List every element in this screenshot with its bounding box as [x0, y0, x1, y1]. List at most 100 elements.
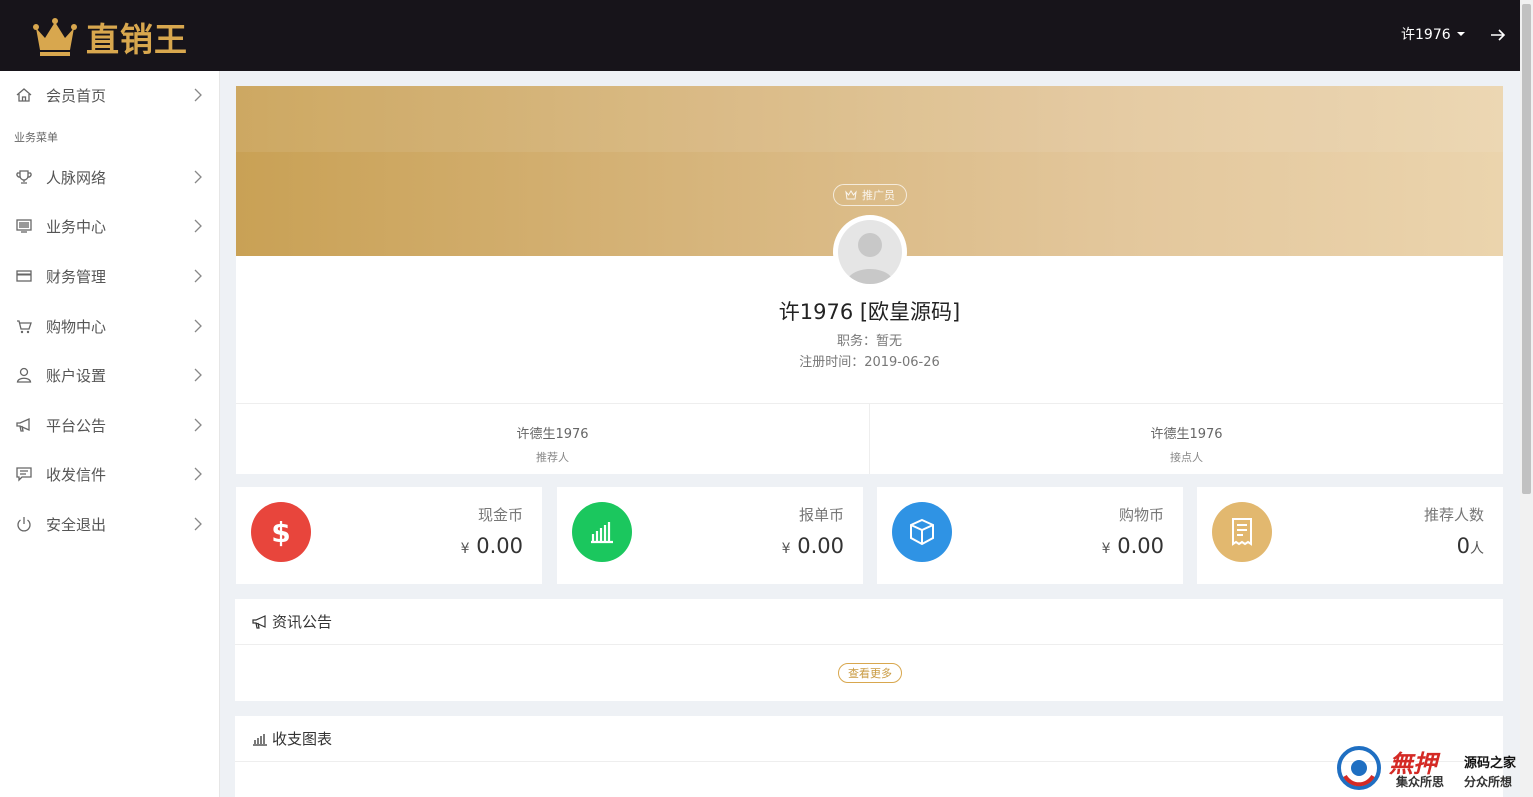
user-dropdown[interactable]: 许1976: [1401, 24, 1465, 44]
scrollbar-thumb[interactable]: [1522, 4, 1531, 494]
currency-symbol: ¥: [1101, 541, 1111, 557]
sidebar-item-home[interactable]: 会员首页: [0, 75, 220, 115]
sidebar-item-label: 安全退出: [46, 515, 107, 534]
stat-amount: 0.00: [797, 534, 844, 558]
caret-down-icon: [1456, 32, 1465, 36]
stat-value: ¥ 0.00: [1102, 534, 1164, 558]
sidebar: 会员首页 业务菜单 人脉网络 业务中心 财务管理 购物中心 账户设置 平台公告 …: [0, 71, 220, 797]
chevron-right-icon: [194, 368, 202, 382]
news-panel-title: 资讯公告: [272, 613, 333, 631]
arrow-right-icon[interactable]: [1488, 25, 1508, 45]
page-scrollbar[interactable]: [1520, 0, 1533, 797]
top-navbar: 直销王 许1976: [0, 0, 1533, 71]
chevron-right-icon: [194, 88, 202, 102]
news-panel: 资讯公告 查看更多: [235, 599, 1503, 701]
sidebar-item-logout[interactable]: 安全退出: [0, 504, 220, 544]
cart-icon: [17, 320, 32, 334]
sidebar-item-mail[interactable]: 收发信件: [0, 454, 220, 494]
stat-card-order[interactable]: 报单币 ¥ 0.00: [557, 487, 863, 584]
currency-symbol: ¥: [781, 541, 791, 557]
user-silhouette-icon: [846, 233, 894, 284]
stat-value: 0人: [1457, 534, 1484, 558]
sidebar-item-label: 会员首页: [46, 86, 107, 105]
chevron-right-icon: [194, 170, 202, 184]
watermark-logo: 無押 源码之家 集众所思 分众所想: [1337, 744, 1522, 792]
role-badge: 推广员: [833, 184, 907, 206]
income-chart-panel: 收支图表: [235, 716, 1503, 797]
card-icon: [16, 270, 32, 282]
sidebar-item-label: 业务中心: [46, 217, 107, 236]
sidebar-item-account[interactable]: 账户设置: [0, 355, 220, 395]
role-badge-label: 推广员: [862, 189, 895, 202]
sidebar-item-label: 人脉网络: [46, 168, 107, 187]
sidebar-item-business[interactable]: 业务中心: [0, 206, 220, 246]
globe-logo-icon: [1337, 746, 1381, 790]
chart-panel-title: 收支图表: [272, 730, 333, 748]
profile-card: 推广员 许1976 [欧皇源码] 职务：暂无 注册时间：2019-06-26 许…: [236, 86, 1503, 474]
sidebar-item-shop[interactable]: 购物中心: [0, 306, 220, 346]
avatar[interactable]: [833, 215, 907, 289]
chevron-right-icon: [194, 517, 202, 531]
contact-label: 接点人: [1170, 451, 1203, 464]
referrer-label: 推荐人: [536, 451, 569, 464]
dollar-icon: $: [251, 502, 311, 562]
watermark-slogan: 集众所思: [1396, 775, 1445, 789]
chevron-right-icon: [194, 418, 202, 432]
stat-label: 报单币: [798, 506, 844, 524]
trophy-icon: [16, 170, 32, 184]
stat-amount: 0.00: [476, 534, 523, 558]
chevron-right-icon: [194, 269, 202, 283]
sidebar-item-finance[interactable]: 财务管理: [0, 256, 220, 296]
crown-icon: [845, 190, 857, 200]
sidebar-item-label: 账户设置: [46, 366, 107, 385]
crown-icon: [33, 18, 77, 56]
watermark-slogan: 分众所想: [1464, 775, 1513, 789]
stat-amount: 0: [1456, 534, 1470, 558]
box-icon: [892, 502, 952, 562]
monitor-icon: [16, 219, 32, 233]
referrer-name: 许德生1976: [516, 427, 589, 442]
chart-panel-header: 收支图表: [235, 716, 1503, 762]
power-icon: [17, 517, 31, 532]
sidebar-item-label: 财务管理: [46, 267, 107, 286]
stat-card-shopping[interactable]: 购物币 ¥ 0.00: [877, 487, 1183, 584]
banner-highlight: [236, 86, 1503, 152]
receipt-icon: [1212, 502, 1272, 562]
chevron-right-icon: [194, 467, 202, 481]
username-label: 许1976: [1401, 27, 1451, 43]
stat-card-cash[interactable]: $ 现金币 ¥ 0.00: [236, 487, 542, 584]
news-panel-header: 资讯公告: [235, 599, 1503, 645]
sidebar-item-label: 购物中心: [46, 317, 107, 336]
contact-name: 许德生1976: [1150, 427, 1223, 442]
brand-logo[interactable]: 直销王: [32, 14, 188, 60]
megaphone-icon: [252, 614, 266, 629]
profile-name: 许1976 [欧皇源码]: [778, 300, 961, 324]
stat-value: ¥ 0.00: [461, 534, 523, 558]
stat-label: 推荐人数: [1423, 506, 1484, 524]
brand-name: 直销王: [86, 20, 188, 59]
view-more-button[interactable]: 查看更多: [838, 663, 902, 683]
sidebar-item-notice[interactable]: 平台公告: [0, 405, 220, 445]
currency-symbol: ¥: [460, 541, 470, 557]
stat-label: 购物币: [1118, 506, 1164, 524]
avatar-placeholder: [838, 220, 902, 284]
sidebar-item-label: 平台公告: [46, 416, 107, 435]
profile-position: 职务：暂无: [836, 334, 902, 349]
stat-amount: 0.00: [1117, 534, 1164, 558]
watermark-subtitle: 源码之家: [1464, 756, 1517, 771]
stat-label: 现金币: [477, 506, 523, 524]
contact-info: 许德生1976 接点人: [870, 423, 1503, 465]
home-icon: [16, 88, 32, 102]
profile-register-time: 注册时间：2019-06-26: [799, 355, 940, 370]
stat-card-referrals[interactable]: 推荐人数 0人: [1197, 487, 1503, 584]
sidebar-item-label: 收发信件: [46, 465, 107, 484]
message-icon: [16, 467, 32, 482]
chevron-right-icon: [194, 319, 202, 333]
stat-unit: 人: [1470, 541, 1484, 557]
bar-chart-icon: [572, 502, 632, 562]
referrer-info: 许德生1976 推荐人: [236, 423, 869, 465]
sidebar-section-title: 业务菜单: [14, 131, 58, 144]
sidebar-item-network[interactable]: 人脉网络: [0, 157, 220, 197]
chevron-right-icon: [194, 219, 202, 233]
bar-chart-icon: [253, 733, 267, 746]
